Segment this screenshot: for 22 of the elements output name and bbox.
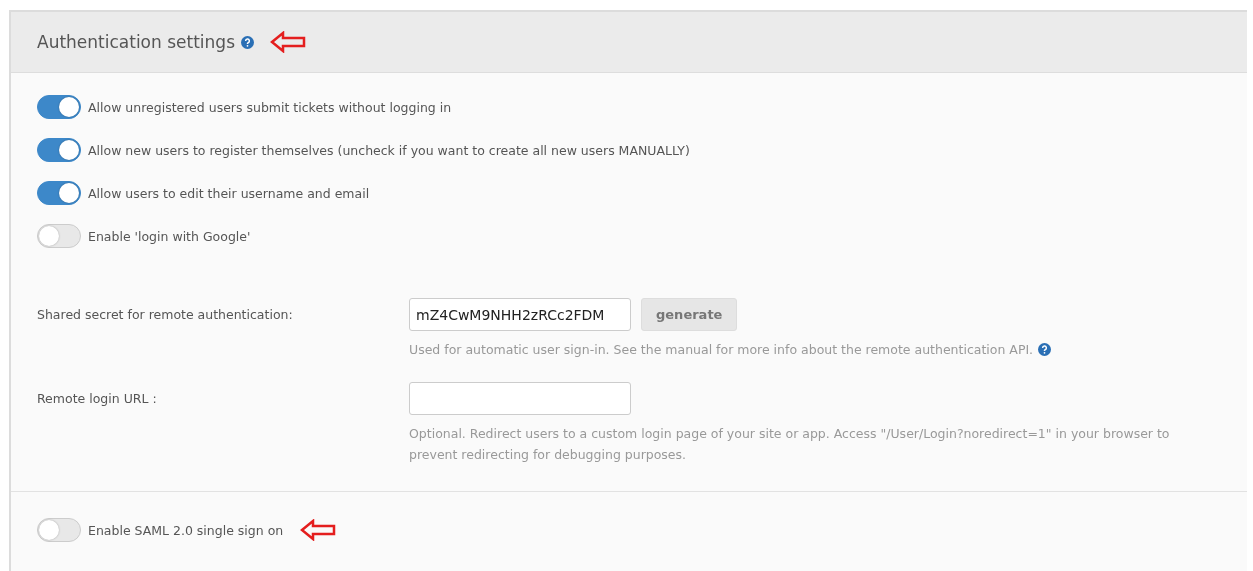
- toggle-switch[interactable]: [37, 181, 81, 205]
- field-label: Remote login URL :: [37, 390, 158, 406]
- toggle-label: Allow new users to register themselves (uncheck if you want to create all new users MANUALLY): [88, 142, 690, 158]
- panel-title: Authentication settings: [37, 32, 235, 52]
- help-icon[interactable]: [1038, 343, 1052, 356]
- hint-text: Optional. Redirect users to a custom login page of your site or app. Access "/User/Login?noredirect=1" in your browser to prevent redirecting for debugging purposes.: [409, 425, 1171, 464]
- hint-text: Used for automatic user sign-in. See the manual for more info about the remote authentication API.: [409, 341, 1034, 359]
- help-icon[interactable]: [241, 35, 254, 49]
- toggle-switch[interactable]: [37, 95, 81, 119]
- toggle-switch[interactable]: [37, 224, 81, 248]
- input-field[interactable]: mZ4CwM9NHH2zRCc2FDM: [409, 298, 631, 331]
- arrow-icon: [270, 31, 306, 53]
- generate-button[interactable]: generate: [641, 298, 738, 331]
- arrow-icon: [300, 519, 337, 541]
- toggle-label: Enable SAML 2.0 single sign on: [88, 522, 284, 538]
- toggle-switch[interactable]: [37, 138, 81, 162]
- toggle-label: Allow users to edit their username and email: [88, 185, 370, 201]
- toggle-label: Enable 'login with Google': [88, 228, 251, 244]
- toggle-label: Allow unregistered users submit tickets without logging in: [88, 99, 452, 115]
- input-field[interactable]: [409, 382, 631, 415]
- toggle-switch[interactable]: [37, 518, 81, 542]
- field-label: Shared secret for remote authentication:: [37, 306, 294, 322]
